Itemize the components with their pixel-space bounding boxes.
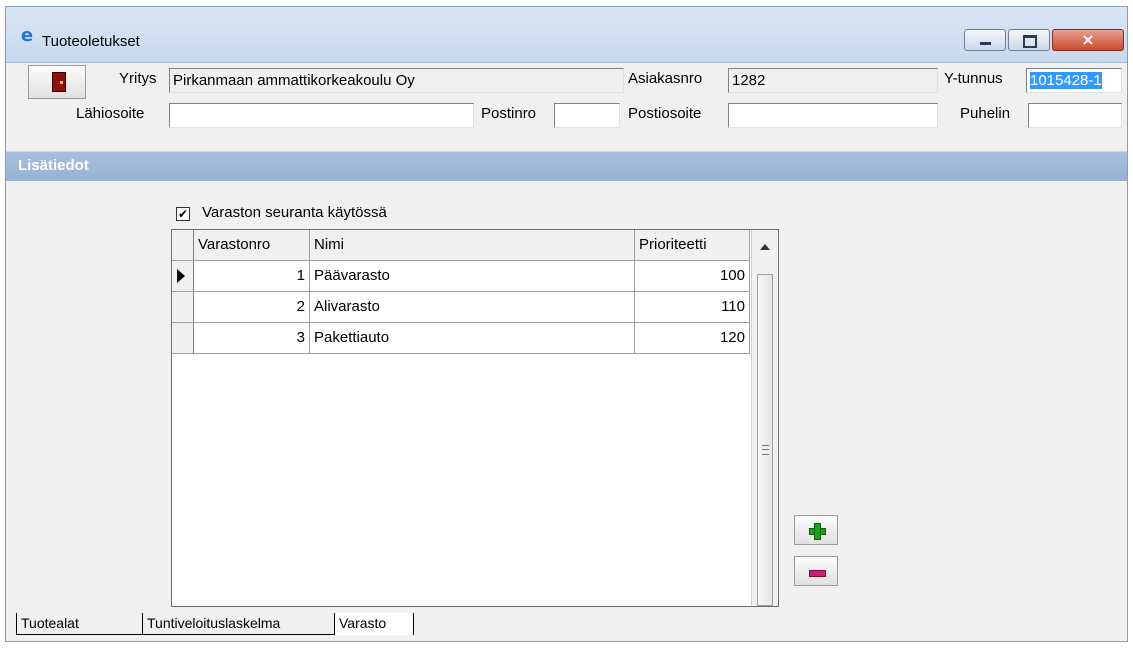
- puhelin-field[interactable]: [1028, 103, 1122, 128]
- cell-prioriteetti[interactable]: 110: [635, 292, 750, 323]
- window-title: Tuoteoletukset: [42, 33, 140, 50]
- current-row-arrow-icon: [177, 269, 185, 283]
- cell-prioriteetti[interactable]: 120: [635, 323, 750, 354]
- minimize-button[interactable]: [964, 29, 1006, 51]
- scroll-grip-icon: [762, 445, 769, 455]
- tab-varasto[interactable]: Varasto: [334, 613, 414, 635]
- asiakasnro-field[interactable]: 1282: [728, 68, 938, 93]
- column-header-nimi[interactable]: Nimi: [310, 230, 635, 261]
- row-indicator[interactable]: [172, 261, 194, 292]
- cell-nimi[interactable]: Päävarasto: [310, 261, 635, 292]
- app-e-icon: e: [20, 25, 34, 46]
- column-header-varastonro[interactable]: Varastonro: [194, 230, 310, 261]
- varasto-grid: Varastonro Nimi Prioriteetti 1 Päävarast…: [171, 229, 779, 607]
- title-bar: e Tuoteoletukset ×: [6, 7, 1127, 63]
- asiakasnro-label: Asiakasnro: [628, 70, 703, 87]
- close-icon: ×: [1081, 30, 1095, 49]
- column-header-prioriteetti[interactable]: Prioriteetti: [635, 230, 750, 261]
- close-button[interactable]: ×: [1052, 29, 1124, 51]
- cell-varastonro[interactable]: 2: [194, 292, 310, 323]
- cell-nimi[interactable]: Alivarasto: [310, 292, 635, 323]
- door-icon: [52, 72, 66, 92]
- add-row-button[interactable]: [794, 515, 838, 545]
- maximize-button[interactable]: [1008, 29, 1050, 51]
- cell-prioriteetti[interactable]: 100: [635, 261, 750, 292]
- door-knob: [60, 81, 63, 84]
- varaston-seuranta-checkbox[interactable]: ✔: [176, 207, 190, 221]
- scroll-up-icon[interactable]: [760, 244, 770, 250]
- cell-varastonro[interactable]: 1: [194, 261, 310, 292]
- lisatiedot-header: Lisätiedot: [6, 151, 1127, 181]
- section-title: Lisätiedot: [18, 157, 89, 174]
- postiosoite-field[interactable]: [728, 103, 938, 128]
- tab-tuotealat[interactable]: Tuotealat: [16, 613, 142, 635]
- lahiosoite-label: Lähiosoite: [76, 105, 145, 122]
- row-indicator[interactable]: [172, 292, 194, 323]
- row-indicator[interactable]: [172, 323, 194, 354]
- grid-vertical-scrollbar[interactable]: [751, 230, 778, 606]
- ytunnus-label: Y-tunnus: [944, 70, 1003, 87]
- varaston-seuranta-label: Varaston seuranta käytössä: [202, 204, 387, 221]
- yritys-label: Yritys: [119, 70, 157, 87]
- delete-row-button[interactable]: [794, 556, 838, 586]
- exit-door-button[interactable]: [28, 65, 86, 99]
- minimize-icon: [980, 42, 991, 45]
- grid-corner: [172, 230, 194, 261]
- cell-varastonro[interactable]: 3: [194, 323, 310, 354]
- maximize-icon: [1023, 35, 1037, 48]
- postinro-field[interactable]: [554, 103, 620, 128]
- yritys-field[interactable]: Pirkanmaan ammattikorkeakoulu Oy: [169, 68, 624, 93]
- postiosoite-label: Postiosoite: [628, 105, 702, 122]
- plus-icon-vertical: [814, 523, 821, 540]
- ytunnus-value: 1015428-1: [1030, 72, 1102, 89]
- minus-icon: [809, 570, 826, 577]
- postinro-label: Postinro: [481, 105, 537, 122]
- scroll-thumb[interactable]: [757, 274, 773, 606]
- puhelin-label: Puhelin: [960, 105, 1011, 122]
- tab-tuntiveloituslaskelma[interactable]: Tuntiveloituslaskelma: [142, 613, 334, 635]
- ytunnus-field[interactable]: 1015428-1: [1026, 68, 1122, 93]
- lahiosoite-field[interactable]: [169, 103, 474, 128]
- window: e Tuoteoletukset × Yritys Pirkanmaan amm…: [5, 6, 1128, 642]
- cell-nimi[interactable]: Pakettiauto: [310, 323, 635, 354]
